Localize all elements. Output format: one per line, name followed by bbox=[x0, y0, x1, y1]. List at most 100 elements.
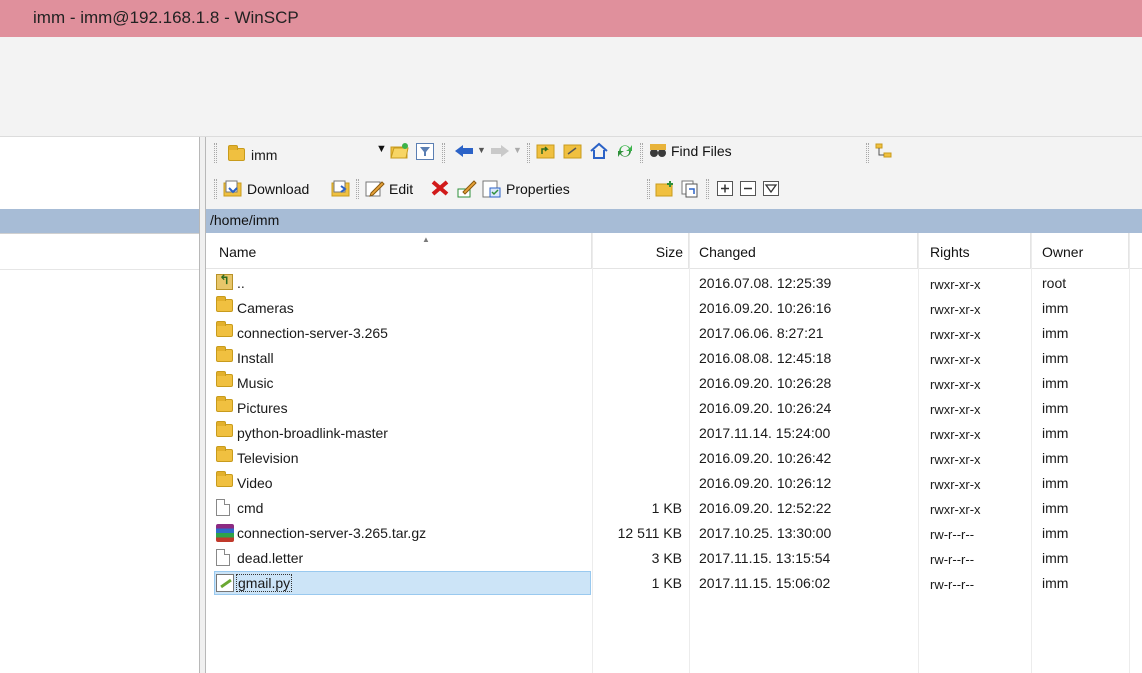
path-dropdown-button[interactable]: ▼ bbox=[376, 143, 387, 155]
folder-icon bbox=[216, 396, 233, 419]
remote-path-bar[interactable]: /home/imm bbox=[206, 209, 1142, 233]
table-row[interactable]: Pictures 2016.09.20. 10:26:24 rwxr-xr-x … bbox=[206, 396, 1142, 420]
table-row[interactable]: dead.letter 3 KB 2017.11.15. 13:15:54 rw… bbox=[206, 546, 1142, 570]
file-size bbox=[592, 450, 682, 470]
filter-button[interactable] bbox=[416, 143, 434, 160]
folder-icon bbox=[216, 471, 233, 494]
home-directory-button[interactable] bbox=[589, 142, 609, 160]
parent-directory-button[interactable] bbox=[536, 142, 556, 160]
back-button[interactable] bbox=[453, 143, 475, 159]
file-rights: rwxr-xr-x bbox=[930, 452, 981, 467]
create-directory-button[interactable] bbox=[655, 180, 675, 198]
folder-icon bbox=[216, 371, 233, 394]
table-row[interactable]: .. 2016.07.08. 12:25:39 rwxr-xr-x root bbox=[206, 271, 1142, 295]
toolbar-grip[interactable] bbox=[527, 143, 530, 163]
column-header-changed-label: Changed bbox=[699, 244, 756, 260]
folder-icon bbox=[216, 346, 233, 369]
select-all-button[interactable] bbox=[763, 181, 780, 197]
file-owner: imm bbox=[1042, 550, 1069, 566]
pane-splitter[interactable] bbox=[199, 137, 206, 673]
file-name: dead.letter bbox=[237, 550, 304, 566]
table-row[interactable]: Television 2016.09.20. 10:26:42 rwxr-xr-… bbox=[206, 446, 1142, 470]
column-header-size[interactable]: Size bbox=[592, 233, 689, 269]
file-owner: imm bbox=[1042, 500, 1069, 516]
parent-directory-icon bbox=[216, 272, 233, 294]
local-pane[interactable] bbox=[0, 137, 203, 673]
edit-button[interactable]: Edit bbox=[365, 180, 413, 198]
edit-label: Edit bbox=[389, 181, 414, 197]
file-name: Cameras bbox=[237, 300, 294, 316]
delete-button[interactable] bbox=[431, 180, 449, 196]
file-list-header: ▲ Name Size Changed Rights Owner bbox=[206, 233, 1142, 269]
file-name: cmd bbox=[237, 500, 264, 516]
toolbar-grip[interactable] bbox=[214, 143, 217, 163]
properties-button[interactable]: Properties bbox=[482, 180, 570, 198]
find-files-button[interactable]: Find Files bbox=[649, 143, 732, 159]
properties-icon bbox=[482, 180, 501, 198]
unselect-files-button[interactable] bbox=[740, 181, 757, 197]
file-owner: imm bbox=[1042, 425, 1069, 441]
tree-view-button[interactable] bbox=[875, 143, 893, 159]
table-row[interactable]: python-broadlink-master 2017.11.14. 15:2… bbox=[206, 421, 1142, 445]
root-folder-icon bbox=[563, 144, 582, 159]
toolbar-grip[interactable] bbox=[866, 143, 869, 163]
column-header-rights[interactable]: Rights bbox=[918, 233, 1031, 269]
file-size: 1 KB bbox=[651, 500, 682, 516]
table-row[interactable]: Install 2016.08.08. 12:45:18 rwxr-xr-x i… bbox=[206, 346, 1142, 370]
open-directory-button[interactable] bbox=[390, 142, 410, 160]
table-row-selected[interactable]: gmail.py 1 KB 2017.11.15. 15:06:02 rw-r-… bbox=[206, 571, 1142, 595]
table-row[interactable]: connection-server-3.265.tar.gz 12 511 KB… bbox=[206, 521, 1142, 545]
new-folder-icon bbox=[655, 181, 673, 197]
refresh-icon bbox=[618, 145, 632, 157]
file-changed: 2016.07.08. 12:25:39 bbox=[699, 275, 832, 291]
file-owner: imm bbox=[1042, 400, 1069, 416]
file-changed: 2016.09.20. 10:26:16 bbox=[699, 300, 832, 316]
local-header-divider bbox=[0, 269, 203, 270]
file-changed: 2016.09.20. 10:26:24 bbox=[699, 400, 832, 416]
file-changed: 2017.10.25. 13:30:00 bbox=[699, 525, 832, 541]
file-rights: rwxr-xr-x bbox=[930, 402, 981, 417]
file-rights: rw-r--r-- bbox=[930, 527, 975, 542]
toolbar-grip[interactable] bbox=[640, 143, 643, 163]
table-row[interactable]: Video 2016.09.20. 10:26:12 rwxr-xr-x imm bbox=[206, 471, 1142, 495]
remote-pane: imm ▼ ▼ ▼ Find Files Download Edit Prope… bbox=[206, 137, 1142, 673]
file-rights: rwxr-xr-x bbox=[930, 277, 981, 292]
column-header-name[interactable]: ▲ Name bbox=[206, 233, 592, 269]
column-header-changed[interactable]: Changed bbox=[689, 233, 918, 269]
file-changed: 2017.06.06. 8:27:21 bbox=[699, 325, 824, 341]
table-row[interactable]: cmd 1 KB 2016.09.20. 12:52:22 rwxr-xr-x … bbox=[206, 496, 1142, 520]
delete-icon bbox=[431, 180, 449, 196]
file-name: Television bbox=[237, 450, 299, 466]
forward-dropdown-button[interactable]: ▼ bbox=[513, 145, 522, 155]
toolbar-grip[interactable] bbox=[647, 179, 650, 199]
rename-button[interactable] bbox=[457, 180, 477, 198]
toolbar-grip[interactable] bbox=[214, 179, 217, 199]
table-row[interactable]: Music 2016.09.20. 10:26:28 rwxr-xr-x imm bbox=[206, 371, 1142, 395]
file-name: Pictures bbox=[237, 400, 288, 416]
add-to-queue-button[interactable] bbox=[681, 180, 699, 198]
file-owner: imm bbox=[1042, 575, 1069, 591]
file-changed: 2016.08.08. 12:45:18 bbox=[699, 350, 832, 366]
toolbar-grip[interactable] bbox=[706, 179, 709, 199]
file-name: .. bbox=[237, 275, 245, 291]
toolbar-grip[interactable] bbox=[356, 179, 359, 199]
ribbon-area bbox=[0, 37, 1142, 137]
download-move-icon bbox=[331, 180, 350, 197]
toolbar-grip[interactable] bbox=[442, 143, 445, 163]
forward-button[interactable] bbox=[489, 143, 511, 159]
find-files-label: Find Files bbox=[671, 143, 732, 159]
file-owner: root bbox=[1042, 275, 1067, 291]
table-row[interactable]: connection-server-3.265 2017.06.06. 8:27… bbox=[206, 321, 1142, 345]
column-header-owner[interactable]: Owner bbox=[1031, 233, 1129, 269]
folder-icon bbox=[228, 145, 245, 161]
back-dropdown-button[interactable]: ▼ bbox=[477, 145, 486, 155]
download-move-button[interactable] bbox=[331, 180, 351, 198]
select-files-button[interactable] bbox=[717, 181, 734, 197]
download-button[interactable]: Download bbox=[223, 180, 309, 198]
root-directory-button[interactable] bbox=[563, 142, 583, 160]
local-path-bar[interactable] bbox=[0, 209, 203, 233]
file-rights: rwxr-xr-x bbox=[930, 352, 981, 367]
file-changed: 2017.11.14. 15:24:00 bbox=[699, 425, 831, 441]
table-row[interactable]: Cameras 2016.09.20. 10:26:16 rwxr-xr-x i… bbox=[206, 296, 1142, 320]
refresh-button[interactable] bbox=[615, 142, 635, 160]
